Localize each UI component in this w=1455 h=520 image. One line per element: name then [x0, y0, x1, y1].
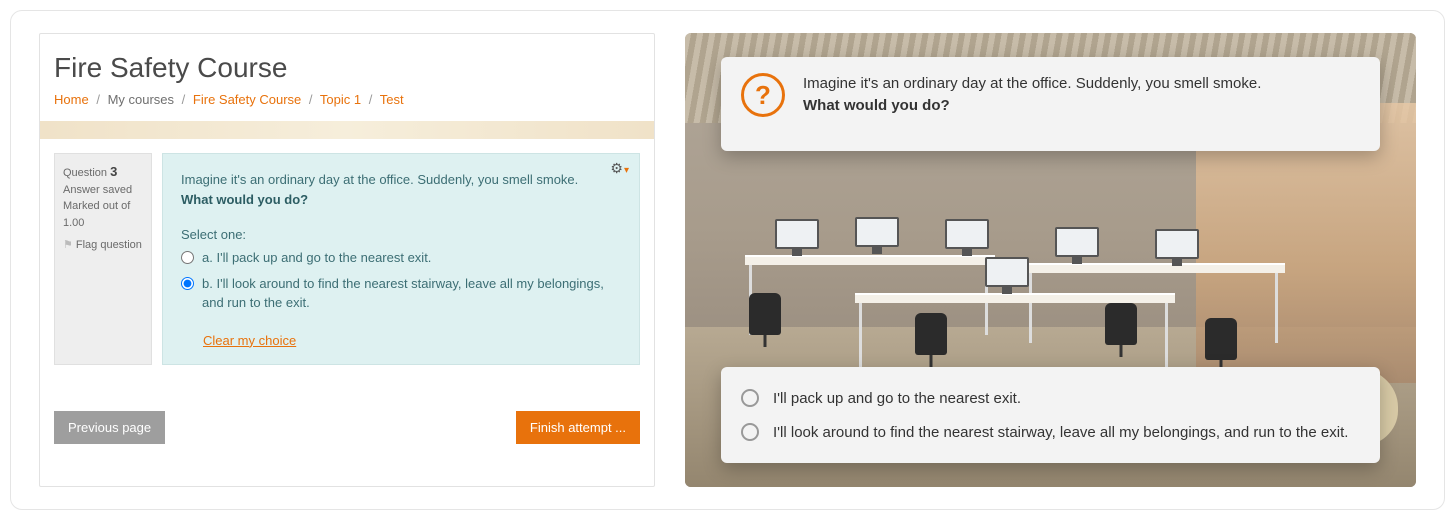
question-mark-icon: ? — [741, 73, 785, 117]
monitor — [945, 219, 989, 249]
page-title: Fire Safety Course — [54, 52, 640, 84]
breadcrumb-topic[interactable]: Topic 1 — [320, 92, 361, 107]
office-chair — [1105, 303, 1137, 345]
option-b[interactable]: b. I'll look around to find the nearest … — [181, 274, 621, 313]
breadcrumb-course[interactable]: Fire Safety Course — [193, 92, 301, 107]
monitor — [985, 257, 1029, 287]
slide-option-2[interactable]: I'll look around to find the nearest sta… — [741, 415, 1360, 449]
comparison-container: Fire Safety Course Home / My courses / F… — [10, 10, 1445, 510]
option-b-radio[interactable] — [181, 277, 194, 290]
slide-prompt-text: Imagine it's an ordinary day at the offi… — [803, 73, 1261, 117]
monitor — [1055, 227, 1099, 257]
flag-question-link[interactable]: Flag question — [63, 237, 143, 254]
desk-leg — [1165, 303, 1168, 373]
marked-out-of-label: Marked out of — [63, 198, 143, 215]
previous-page-button[interactable]: Previous page — [54, 411, 165, 444]
question-info-box: Question 3 Answer saved Marked out of 1.… — [54, 153, 152, 365]
desk-leg — [1275, 273, 1278, 343]
slide-options-card: I'll pack up and go to the nearest exit.… — [721, 367, 1380, 463]
office-chair — [1205, 318, 1237, 360]
slide-panel: ? Imagine it's an ordinary day at the of… — [685, 33, 1416, 487]
office-chair — [915, 313, 947, 355]
monitor — [855, 217, 899, 247]
desk — [745, 255, 995, 265]
clear-choice-link[interactable]: Clear my choice — [203, 333, 296, 348]
desk-leg — [859, 303, 862, 373]
monitor — [775, 219, 819, 249]
radio-circle-icon — [741, 389, 759, 407]
option-a-radio[interactable] — [181, 251, 194, 264]
nav-buttons: Previous page Finish attempt ... — [54, 411, 640, 444]
breadcrumb-home[interactable]: Home — [54, 92, 89, 107]
option-a[interactable]: a. I'll pack up and go to the nearest ex… — [181, 248, 621, 268]
select-one-label: Select one: — [181, 227, 621, 242]
course-banner — [40, 121, 654, 139]
question-status: Answer saved — [63, 182, 143, 199]
marked-out-of-value: 1.00 — [63, 215, 143, 232]
slide-option-1[interactable]: I'll pack up and go to the nearest exit. — [741, 381, 1360, 415]
breadcrumb: Home / My courses / Fire Safety Course /… — [54, 92, 640, 107]
breadcrumb-test[interactable]: Test — [380, 92, 404, 107]
breadcrumb-mycourses: My courses — [108, 92, 174, 107]
desk — [1025, 263, 1285, 273]
question-content: ⚙▾ Imagine it's an ordinary day at the o… — [162, 153, 640, 365]
radio-circle-icon — [741, 423, 759, 441]
office-chair — [749, 293, 781, 335]
gear-icon[interactable]: ⚙▾ — [610, 160, 629, 177]
lms-panel: Fire Safety Course Home / My courses / F… — [39, 33, 655, 487]
desk — [855, 293, 1175, 303]
question-number: Question 3 — [63, 162, 143, 182]
finish-attempt-button[interactable]: Finish attempt ... — [516, 411, 640, 444]
monitor — [1155, 229, 1199, 259]
question-row: Question 3 Answer saved Marked out of 1.… — [54, 153, 640, 365]
slide-prompt-card: ? Imagine it's an ordinary day at the of… — [721, 57, 1380, 151]
desk-leg — [1029, 273, 1032, 343]
question-prompt: Imagine it's an ordinary day at the offi… — [181, 170, 621, 209]
